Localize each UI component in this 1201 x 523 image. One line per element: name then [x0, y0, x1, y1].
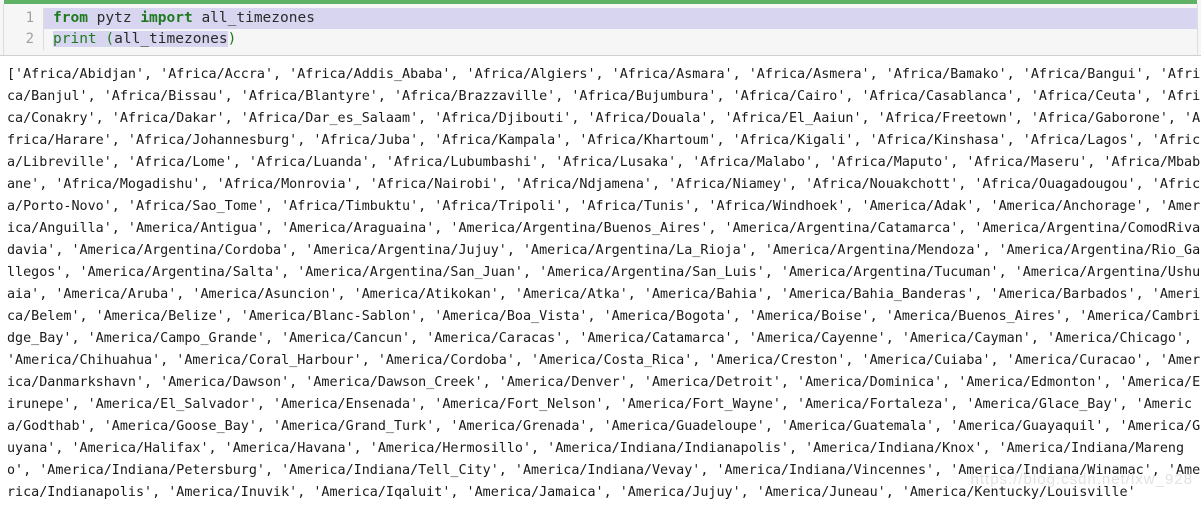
code-token-paren-open: ( [105, 31, 115, 47]
code-line-content[interactable]: print (all_timezones) [44, 29, 1197, 50]
code-token-function: print [53, 31, 97, 47]
code-block-body[interactable]: 1 from pytz import all_timezones 2 print… [3, 4, 1198, 55]
code-token-keyword: from [53, 10, 88, 26]
code-line[interactable]: 2 print (all_timezones) [4, 29, 1197, 50]
code-token-module: pytz [96, 10, 132, 26]
line-number-gutter: 2 [4, 29, 44, 50]
code-token-identifier: all_timezones [201, 10, 315, 26]
console-output-area: ['Africa/Abidjan', 'Africa/Accra', 'Afri… [0, 56, 1201, 504]
line-number-gutter: 1 [4, 8, 44, 29]
code-line-content[interactable]: from pytz import all_timezones [44, 8, 1197, 29]
code-line[interactable]: 1 from pytz import all_timezones [4, 8, 1197, 29]
code-block: 1 from pytz import all_timezones 2 print… [0, 0, 1201, 56]
console-output-text: ['Africa/Abidjan', 'Africa/Accra', 'Afri… [7, 67, 1201, 500]
code-token-identifier: all_timezones [114, 31, 228, 47]
code-token-paren-close: ) [227, 31, 237, 47]
code-token-keyword: import [140, 10, 193, 26]
